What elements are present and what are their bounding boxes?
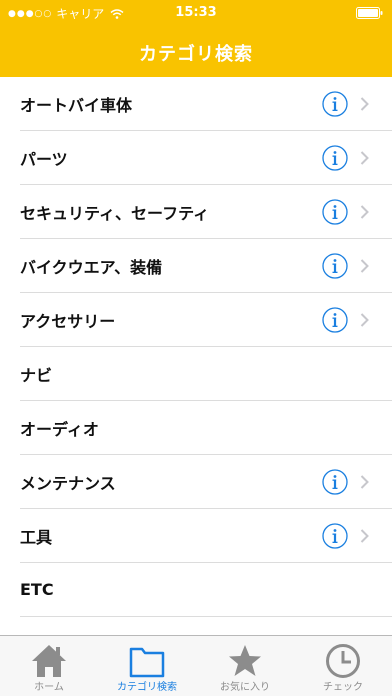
chevron-right-icon (360, 97, 369, 111)
category-row[interactable]: 工具 (20, 509, 392, 563)
clock-icon (323, 642, 363, 680)
tab-label: ホーム (34, 682, 64, 693)
category-row[interactable]: ナビ (20, 347, 392, 401)
category-label: バイクウエア、装備 (20, 257, 163, 277)
chevron-right-icon (360, 151, 369, 165)
category-label: パーツ (20, 149, 68, 169)
tab-label: カテゴリ検索 (117, 682, 177, 693)
folder-icon (127, 642, 167, 680)
category-label: アクセサリー (20, 311, 116, 331)
chevron-right-icon (360, 475, 369, 489)
info-icon[interactable] (322, 523, 348, 549)
category-label: オーディオ (20, 419, 99, 439)
category-label: オートバイ車体 (20, 95, 133, 115)
category-label: ナビ (20, 365, 53, 385)
category-label: ETC (20, 580, 54, 599)
battery-icon (356, 7, 383, 19)
category-row[interactable]: メンテナンス (20, 455, 392, 509)
tab-bar: ホーム カテゴリ検索 お気に入り チェック (0, 635, 392, 696)
chevron-right-icon (360, 529, 369, 543)
category-row[interactable]: パーツ (20, 131, 392, 185)
category-row[interactable]: ETC (20, 563, 392, 617)
star-icon (225, 642, 265, 680)
tab-star[interactable]: お気に入り (196, 636, 294, 696)
category-list[interactable]: オートバイ車体 パーツセキュリティ、セーフティ バイクウエア、装備 アクセサリー ナビオ… (0, 77, 392, 635)
category-label: セキュリティ、セーフティ (20, 203, 210, 223)
info-icon[interactable] (322, 253, 348, 279)
home-icon (29, 642, 69, 680)
category-label: 工具 (20, 527, 53, 547)
status-bar: ●●●○○ キャリア 15:33 (0, 0, 392, 26)
tab-folder[interactable]: カテゴリ検索 (98, 636, 196, 696)
tab-label: お気に入り (220, 682, 270, 693)
category-row[interactable]: アクセサリー (20, 293, 392, 347)
category-row[interactable]: セキュリティ、セーフティ (20, 185, 392, 239)
category-row[interactable]: オーディオ (20, 401, 392, 455)
category-row[interactable]: バイクウエア、装備 (20, 239, 392, 293)
info-icon[interactable] (322, 469, 348, 495)
info-icon[interactable] (322, 307, 348, 333)
chevron-right-icon (360, 205, 369, 219)
info-icon[interactable] (322, 199, 348, 225)
info-icon[interactable] (322, 145, 348, 171)
category-row[interactable]: オートバイ車体 (20, 77, 392, 131)
chevron-right-icon (360, 259, 369, 273)
tab-home[interactable]: ホーム (0, 636, 98, 696)
page-title: カテゴリ検索 (139, 44, 253, 65)
tab-clock[interactable]: チェック (294, 636, 392, 696)
info-icon[interactable] (322, 91, 348, 117)
category-label: メンテナンス (20, 473, 116, 493)
tab-label: チェック (323, 682, 363, 693)
status-time: 15:33 (175, 5, 217, 20)
chevron-right-icon (360, 313, 369, 327)
navigation-header: ●●●○○ キャリア 15:33 カテゴリ検索 (0, 0, 392, 77)
